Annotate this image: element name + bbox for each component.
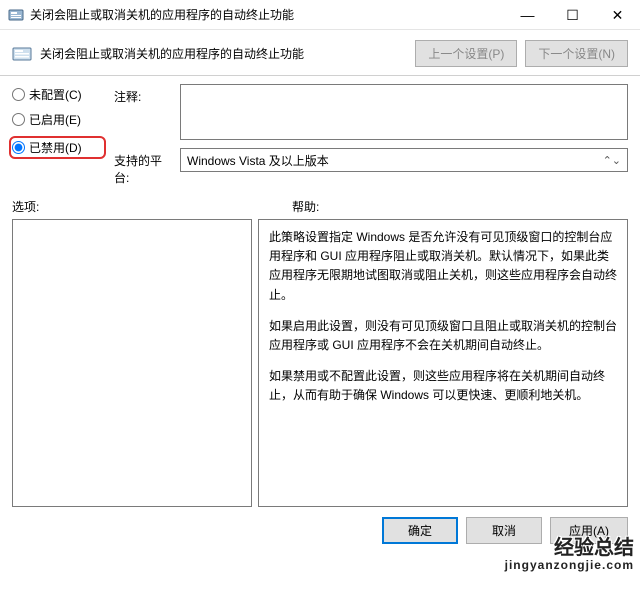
divider [0, 75, 640, 76]
section-labels: 选项: 帮助: [0, 186, 640, 219]
radio-enabled[interactable]: 已启用(E) [12, 111, 106, 128]
platform-row: 支持的平台: Windows Vista 及以上版本 ⌃⌄ [114, 148, 628, 186]
policy-title: 关闭会阻止或取消关机的应用程序的自动终止功能 [40, 45, 407, 62]
title-bar: 关闭会阻止或取消关机的应用程序的自动终止功能 — ☐ ✕ [0, 0, 640, 30]
chevron-updown-icon: ⌃⌄ [603, 154, 621, 167]
config-row: 未配置(C) 已启用(E) 已禁用(D) 注释: 支持的平台: Windows … [0, 84, 640, 186]
header-row: 关闭会阻止或取消关机的应用程序的自动终止功能 上一个设置(P) 下一个设置(N) [0, 30, 640, 73]
fields-column: 注释: 支持的平台: Windows Vista 及以上版本 ⌃⌄ [114, 84, 628, 186]
comment-label: 注释: [114, 84, 174, 105]
radio-enabled-label: 已启用(E) [29, 111, 81, 128]
watermark-sub: jingyanzongjie.com [505, 559, 634, 572]
close-button[interactable]: ✕ [595, 0, 640, 30]
apply-button[interactable]: 应用(A) [550, 517, 628, 544]
help-paragraph-2: 如果启用此设置，则没有可见顶级窗口且阻止或取消关机的控制台应用程序或 GUI 应… [269, 317, 617, 355]
prev-setting-button[interactable]: 上一个设置(P) [415, 40, 517, 67]
next-setting-button[interactable]: 下一个设置(N) [525, 40, 628, 67]
help-label: 帮助: [292, 198, 319, 215]
radio-enabled-input[interactable] [12, 113, 25, 126]
comment-input[interactable] [180, 84, 628, 140]
radio-disabled-input[interactable] [12, 141, 25, 154]
window-title: 关闭会阻止或取消关机的应用程序的自动终止功能 [30, 6, 505, 23]
radio-not-configured-input[interactable] [12, 88, 25, 101]
platform-value: Windows Vista 及以上版本 [187, 152, 329, 169]
comment-row: 注释: [114, 84, 628, 140]
maximize-button[interactable]: ☐ [550, 0, 595, 30]
radio-not-configured[interactable]: 未配置(C) [12, 86, 106, 103]
radio-not-configured-label: 未配置(C) [29, 86, 82, 103]
help-paragraph-3: 如果禁用或不配置此设置，则这些应用程序将在关机期间自动终止，从而有助于确保 Wi… [269, 367, 617, 405]
platform-box[interactable]: Windows Vista 及以上版本 ⌃⌄ [180, 148, 628, 172]
policy-icon [12, 44, 32, 64]
help-paragraph-1: 此策略设置指定 Windows 是否允许没有可见顶级窗口的控制台应用程序和 GU… [269, 228, 617, 305]
options-pane [12, 219, 252, 507]
panes: 此策略设置指定 Windows 是否允许没有可见顶级窗口的控制台应用程序和 GU… [0, 219, 640, 507]
options-label: 选项: [12, 198, 292, 215]
window-buttons: — ☐ ✕ [505, 0, 640, 29]
radio-group: 未配置(C) 已启用(E) 已禁用(D) [12, 84, 106, 186]
app-icon [8, 7, 24, 23]
cancel-button[interactable]: 取消 [466, 517, 542, 544]
minimize-button[interactable]: — [505, 0, 550, 30]
ok-button[interactable]: 确定 [382, 517, 458, 544]
radio-disabled-label: 已禁用(D) [29, 139, 82, 156]
help-pane: 此策略设置指定 Windows 是否允许没有可见顶级窗口的控制台应用程序和 GU… [258, 219, 628, 507]
footer: 确定 取消 应用(A) [0, 507, 640, 554]
platform-label: 支持的平台: [114, 148, 174, 186]
radio-disabled[interactable]: 已禁用(D) [9, 136, 106, 159]
